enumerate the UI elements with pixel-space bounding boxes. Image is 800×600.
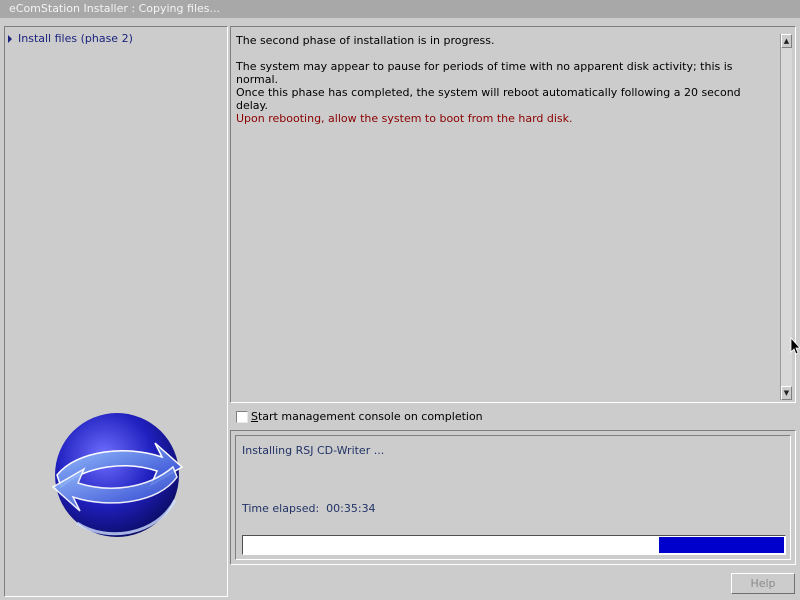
window-title: eComStation Installer : Copying files... bbox=[0, 0, 800, 18]
time-elapsed: Time elapsed: 00:35:34 bbox=[242, 502, 376, 515]
sidebar-item-install-files[interactable]: Install files (phase 2) bbox=[8, 32, 133, 45]
message-warning-line: Upon rebooting, allow the system to boot… bbox=[236, 112, 573, 125]
scroll-up-button[interactable]: ▲ bbox=[781, 34, 792, 48]
message-line: The second phase of installation is in p… bbox=[236, 34, 495, 47]
ecomstation-globe-logo bbox=[51, 413, 184, 537]
progress-bar-fill bbox=[659, 537, 784, 553]
time-elapsed-label: Time elapsed: bbox=[242, 502, 320, 515]
status-inner: Installing RSJ CD-Writer ... Time elapse… bbox=[235, 435, 791, 560]
message-line: Once this phase has completed, the syste… bbox=[236, 86, 741, 112]
progress-bar bbox=[242, 535, 786, 555]
scroll-down-button[interactable]: ▼ bbox=[781, 386, 792, 400]
time-elapsed-value: 00:35:34 bbox=[326, 502, 376, 515]
sidebar: Install files (phase 2) bbox=[4, 26, 228, 597]
message-line: The system may appear to pause for perio… bbox=[236, 60, 733, 86]
help-button[interactable]: Help bbox=[731, 573, 795, 594]
management-console-option[interactable]: Start management console on completion bbox=[236, 410, 483, 423]
current-task-text: Installing RSJ CD-Writer ... bbox=[242, 444, 385, 457]
sidebar-item-label: Install files (phase 2) bbox=[18, 32, 133, 45]
mouse-cursor-icon bbox=[790, 337, 800, 355]
message-panel: The second phase of installation is in p… bbox=[230, 26, 796, 403]
status-panel: Installing RSJ CD-Writer ... Time elapse… bbox=[230, 430, 796, 565]
management-console-label[interactable]: Start management console on completion bbox=[251, 410, 483, 423]
message-text: The second phase of installation is in p… bbox=[236, 34, 776, 138]
arrow-right-icon bbox=[8, 34, 12, 43]
management-console-checkbox[interactable] bbox=[236, 410, 248, 423]
